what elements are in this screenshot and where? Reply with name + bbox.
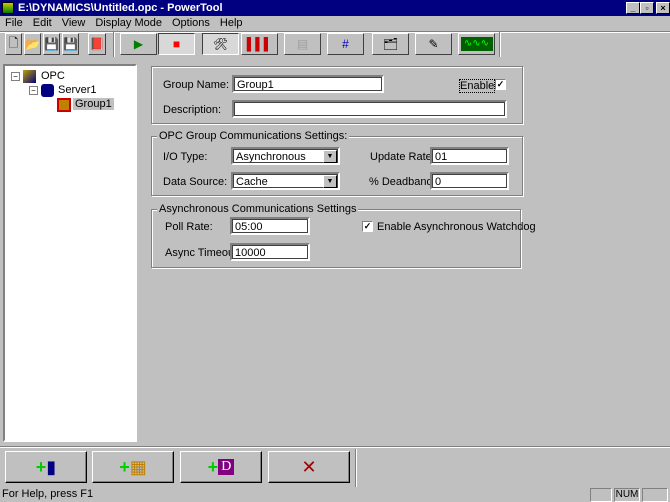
menu-display-mode[interactable]: Display Mode bbox=[90, 16, 167, 31]
menu-file[interactable]: File bbox=[0, 16, 28, 31]
app-icon[interactable] bbox=[2, 2, 14, 14]
plus-icon: + bbox=[119, 456, 130, 477]
add-item-button[interactable]: + D bbox=[180, 451, 262, 483]
run-button[interactable]: ▶ bbox=[120, 33, 157, 55]
delete-button[interactable]: ✕ bbox=[268, 451, 350, 483]
tree-item-server1[interactable]: Server1 bbox=[58, 84, 97, 96]
maximize-button[interactable]: ▫ bbox=[640, 2, 654, 14]
item-block-icon: D bbox=[218, 459, 235, 475]
save-all-icon[interactable]: 💾 bbox=[62, 33, 79, 55]
open-folder-icon[interactable]: 📂 bbox=[24, 33, 41, 55]
comm-settings-legend: OPC Group Communications Settings: bbox=[157, 130, 350, 142]
watchdog-checkbox[interactable]: ✓ bbox=[362, 221, 373, 232]
io-type-select[interactable]: Asynchronous ▼ bbox=[231, 147, 340, 165]
deadband-input[interactable]: 0 bbox=[430, 172, 509, 190]
status-help-text: For Help, press F1 bbox=[2, 488, 94, 500]
menu-options[interactable]: Options bbox=[167, 16, 215, 31]
minimize-button[interactable]: _ bbox=[626, 2, 640, 14]
data-source-value: Cache bbox=[236, 176, 268, 188]
collapse-icon[interactable]: − bbox=[29, 86, 38, 95]
server-icon: ▮ bbox=[46, 456, 57, 477]
dropdown-arrow-icon[interactable]: ▼ bbox=[323, 150, 337, 163]
plus-icon: + bbox=[207, 456, 219, 477]
bar-chart-icon[interactable]: ▌▌▌ bbox=[241, 33, 278, 55]
save-icon[interactable]: 💾 bbox=[43, 33, 60, 55]
server-icon bbox=[41, 84, 54, 97]
tools-icon[interactable]: 🛠 bbox=[202, 33, 239, 55]
tree-view[interactable]: − OPC − Server1 Group1 bbox=[3, 64, 137, 442]
document-icon[interactable]: ▤ bbox=[284, 33, 321, 55]
menu-bar: File Edit View Display Mode Options Help bbox=[0, 16, 248, 31]
group-icon bbox=[57, 98, 71, 112]
async-settings-legend: Asynchronous Communications Settings bbox=[157, 203, 359, 215]
menu-help[interactable]: Help bbox=[215, 16, 248, 31]
book-icon[interactable]: 📕 bbox=[88, 33, 106, 55]
tree-item-opc[interactable]: OPC bbox=[41, 70, 65, 82]
plus-icon: + bbox=[35, 456, 47, 477]
description-input[interactable] bbox=[232, 100, 507, 118]
menu-view[interactable]: View bbox=[57, 16, 91, 31]
poll-rate-label: Poll Rate: bbox=[165, 221, 213, 233]
update-rate-label: Update Rate: bbox=[370, 151, 435, 163]
stop-button[interactable]: ■ bbox=[158, 33, 195, 55]
tree-item-group1[interactable]: Group1 bbox=[73, 98, 114, 110]
delete-x-icon: ✕ bbox=[301, 456, 317, 477]
description-label: Description: bbox=[163, 104, 222, 116]
enable-label[interactable]: Enable bbox=[459, 79, 496, 93]
add-group-button[interactable]: + ▦ bbox=[92, 451, 174, 483]
async-timeout-label: Async Timeout: bbox=[165, 247, 241, 259]
add-server-button[interactable]: + ▮ bbox=[5, 451, 87, 483]
poll-rate-input[interactable]: 05:00 bbox=[230, 217, 310, 235]
new-file-icon[interactable]: 🗋 bbox=[5, 33, 22, 55]
menu-edit[interactable]: Edit bbox=[28, 16, 57, 31]
close-button[interactable]: × bbox=[656, 2, 670, 14]
group-name-label: Group Name: bbox=[163, 79, 230, 91]
probe-icon[interactable]: ✎ bbox=[415, 33, 452, 55]
status-pane-scroll bbox=[642, 488, 668, 502]
properties-icon[interactable]: 🗂 bbox=[372, 33, 409, 55]
io-type-label: I/O Type: bbox=[163, 151, 208, 163]
window-title: E:\DYNAMICS\Untitled.opc - PowerTool bbox=[18, 2, 223, 14]
opc-root-icon bbox=[23, 70, 36, 83]
update-rate-input[interactable]: 01 bbox=[430, 147, 509, 165]
watchdog-label[interactable]: Enable Asynchronous Watchdog bbox=[377, 221, 536, 233]
deadband-label: % Deadband: bbox=[369, 176, 436, 188]
data-source-select[interactable]: Cache ▼ bbox=[231, 172, 340, 190]
status-pane-num: NUM bbox=[614, 488, 640, 502]
async-timeout-input[interactable]: 10000 bbox=[230, 243, 310, 261]
waveform-icon[interactable]: ∿∿∿ bbox=[458, 33, 495, 55]
group-name-input[interactable]: Group1 bbox=[232, 75, 384, 93]
status-pane-caps bbox=[590, 488, 612, 502]
group-icon: ▦ bbox=[129, 456, 147, 477]
io-type-value: Asynchronous bbox=[236, 151, 306, 163]
collapse-icon[interactable]: − bbox=[11, 72, 20, 81]
title-bar: E:\DYNAMICS\Untitled.opc - PowerTool bbox=[0, 0, 670, 16]
dropdown-arrow-icon[interactable]: ▼ bbox=[323, 175, 337, 188]
enable-checkbox[interactable]: ✓ bbox=[495, 79, 506, 90]
data-source-label: Data Source: bbox=[163, 176, 228, 188]
network-icon[interactable]: # bbox=[327, 33, 364, 55]
